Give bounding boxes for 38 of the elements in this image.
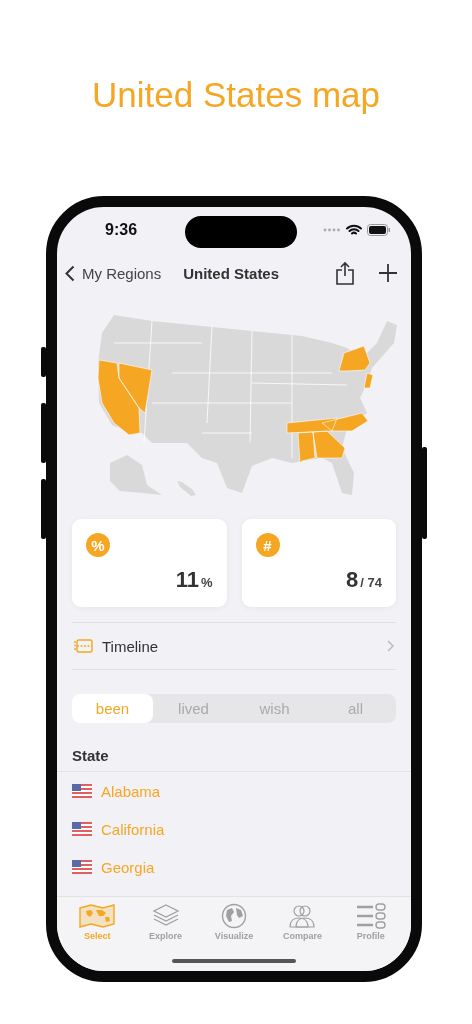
flag-icon bbox=[72, 822, 92, 836]
state-name[interactable]: California bbox=[101, 820, 165, 838]
globe-icon bbox=[221, 903, 247, 929]
stat-badge: % bbox=[86, 533, 110, 557]
stat-badge: # bbox=[255, 533, 280, 557]
share-icon[interactable] bbox=[335, 261, 355, 285]
tab-item[interactable]: Profile bbox=[336, 897, 406, 947]
stat-value: 8/ 74 bbox=[346, 567, 382, 593]
page-title: United States map bbox=[91, 74, 381, 116]
signal-icon bbox=[323, 228, 341, 232]
wifi-icon bbox=[346, 224, 362, 236]
segment-tab[interactable]: wish bbox=[234, 694, 315, 723]
flag-icon bbox=[72, 860, 92, 874]
tab-item[interactable]: Explore bbox=[131, 897, 200, 947]
timeline-row[interactable]: Timeline bbox=[72, 622, 396, 670]
people-icon bbox=[288, 903, 317, 929]
list-icon bbox=[354, 903, 387, 929]
segment-tab[interactable]: lived bbox=[153, 694, 234, 723]
timeline-label: Timeline bbox=[102, 637, 159, 655]
state-name[interactable]: Georgia bbox=[101, 858, 155, 876]
chevron-left-icon bbox=[65, 264, 75, 282]
timeline-icon bbox=[74, 639, 93, 653]
tab-item[interactable]: Select bbox=[63, 897, 132, 947]
status-time: 9:36 bbox=[105, 221, 139, 239]
back-button[interactable]: My Regions bbox=[65, 264, 162, 282]
tab-item[interactable]: Visualize bbox=[199, 897, 269, 947]
list-header: State bbox=[57, 747, 411, 772]
tab-item[interactable]: Compare bbox=[268, 897, 337, 947]
chevron-icon bbox=[387, 640, 394, 652]
segment-tab[interactable]: all bbox=[315, 694, 396, 723]
battery-icon bbox=[367, 224, 391, 236]
add-icon[interactable] bbox=[379, 264, 397, 282]
segment-tab[interactable]: been bbox=[72, 694, 153, 723]
flag-icon bbox=[72, 784, 92, 798]
nav-title: United States bbox=[183, 264, 280, 282]
stat-value: 11% bbox=[175, 567, 213, 593]
map-icon bbox=[78, 903, 117, 929]
state-name[interactable]: Alabama bbox=[101, 782, 161, 800]
